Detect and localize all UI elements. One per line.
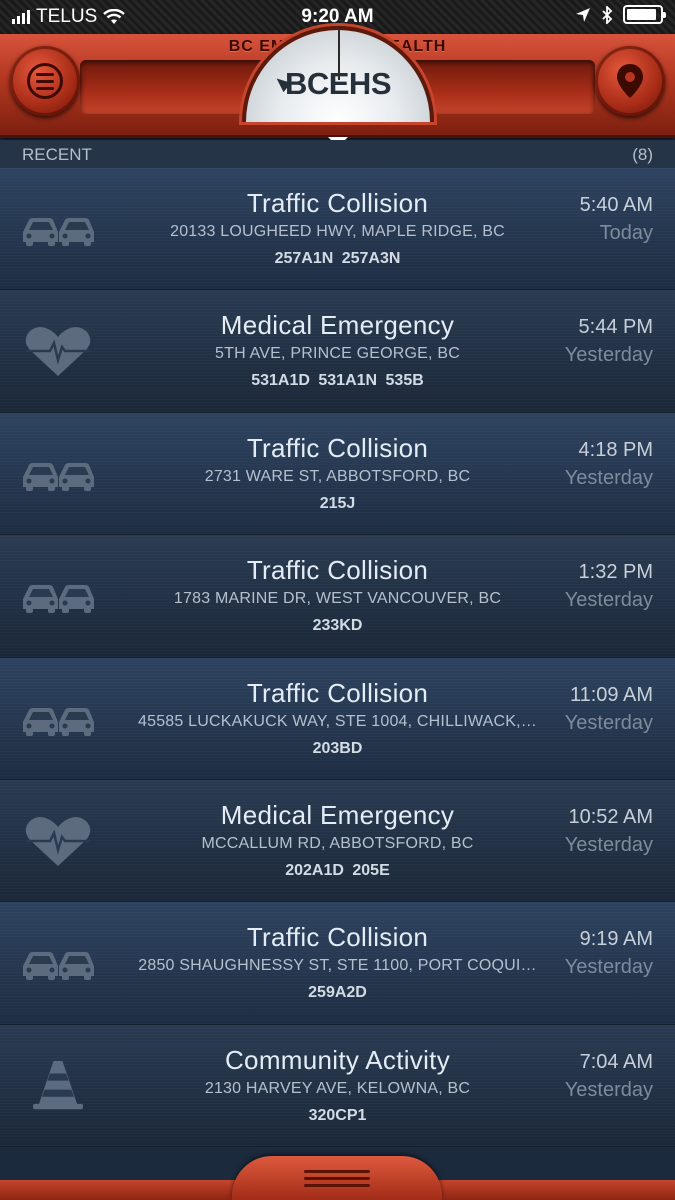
incident-units: 320CP1 (308, 1106, 367, 1124)
incident-day: Today (599, 222, 653, 244)
incident-time: 5:40 AM (579, 194, 653, 216)
cars-icon (23, 952, 94, 981)
incident-row[interactable]: Traffic Collision 45585 LUCKAKUCK WAY, S… (0, 657, 675, 780)
cars-icon (23, 585, 94, 614)
incident-day: Yesterday (564, 711, 653, 734)
status-time: 9:20 AM (301, 6, 374, 27)
incident-title: Community Activity (224, 1044, 450, 1075)
cars-icon (23, 707, 94, 736)
incident-units: 233KD (312, 617, 363, 635)
incident-row[interactable]: Traffic Collision 1783 MARINE DR, WEST V… (0, 535, 675, 658)
cone-icon (33, 1060, 83, 1109)
incident-row[interactable]: Traffic Collision 2731 WARE ST, ABBOTSFO… (0, 412, 675, 536)
location-button[interactable] (595, 46, 665, 116)
incident-row[interactable]: Community Activity 2130 HARVEY AVE, KELO… (0, 1024, 675, 1148)
incident-row[interactable]: Traffic Collision 20133 LOUGHEED HWY, MA… (0, 168, 675, 291)
incident-time: 4:18 PM (578, 438, 653, 461)
recent-label: RECENT (22, 145, 92, 164)
incident-day: Yesterday (564, 344, 653, 367)
incident-title: Traffic Collision (246, 555, 429, 586)
incident-address: 2130 HARVEY AVE, KELOWNA, BC (204, 1079, 471, 1097)
incident-title: Traffic Collision (246, 677, 429, 708)
incident-address: 5TH AVE, PRINCE GEORGE, BC (215, 345, 460, 363)
recent-header: RECENT (8) (0, 140, 675, 168)
incident-address: 2731 WARE ST, ABBOTSFORD, BC (204, 467, 471, 485)
incident-row[interactable]: Traffic Collision 2850 SHAUGHNESSY ST, S… (0, 902, 675, 1025)
location-arrow-icon (576, 7, 590, 22)
incident-units: 257A1N 257A3N (274, 250, 401, 267)
incident-title: Medical Emergency (220, 310, 455, 341)
incident-title: Medical Emergency (220, 799, 455, 830)
incident-title: Traffic Collision (246, 432, 429, 463)
incident-address: 2850 SHAUGHNESSY ST, STE 1100, PORT COQU… (138, 957, 537, 975)
incident-row[interactable]: Medical Emergency MCCALLUM RD, ABBOTSFOR… (0, 779, 675, 903)
menu-icon (27, 63, 63, 99)
incident-time: 5:44 PM (578, 316, 653, 339)
heart-icon (25, 816, 91, 866)
cars-icon (23, 462, 94, 491)
incident-title: Traffic Collision (246, 188, 429, 218)
drawer-handle[interactable] (232, 1156, 442, 1200)
heart-icon (25, 327, 91, 377)
incident-day: Yesterday (564, 956, 653, 979)
menu-button[interactable] (10, 46, 80, 116)
cars-icon (23, 218, 94, 246)
incident-title: Traffic Collision (246, 922, 429, 953)
location-pin-icon (617, 64, 643, 98)
incident-address: 1783 MARINE DR, WEST VANCOUVER, BC (173, 590, 502, 608)
incident-row[interactable]: Medical Emergency 5TH AVE, PRINCE GEORGE… (0, 290, 675, 413)
incident-day: Yesterday (564, 1078, 653, 1101)
incident-units: 202A1D 205E (285, 861, 390, 879)
incident-units: 531A1D 531A1N 535B (251, 372, 424, 390)
incident-units: 203BD (312, 739, 363, 757)
incident-address: 20133 LOUGHEED HWY, MAPLE RIDGE, BC (170, 223, 505, 240)
incident-day: Yesterday (564, 833, 653, 856)
battery-icon (623, 5, 666, 24)
incident-day: Yesterday (564, 466, 653, 489)
bluetooth-icon (602, 5, 613, 24)
recent-count: (8) (632, 145, 653, 164)
incident-time: 7:04 AM (579, 1050, 653, 1073)
incident-time: 10:52 AM (568, 805, 653, 828)
incident-address: 45585 LUCKAKUCK WAY, STE 1004, CHILLIWAC… (138, 712, 537, 730)
incident-units: 259A2D (308, 984, 367, 1002)
logo-text: BCEHS (284, 66, 392, 101)
incident-time: 11:09 AM (569, 683, 653, 706)
incident-units: 215J (319, 494, 356, 512)
incident-day: Yesterday (564, 589, 653, 612)
incident-list: Traffic Collision 20133 LOUGHEED HWY, MA… (0, 168, 675, 1148)
incident-time: 1:32 PM (578, 561, 653, 584)
incident-time: 9:19 AM (579, 928, 653, 951)
incident-address: MCCALLUM RD, ABBOTSFORD, BC (201, 834, 474, 852)
